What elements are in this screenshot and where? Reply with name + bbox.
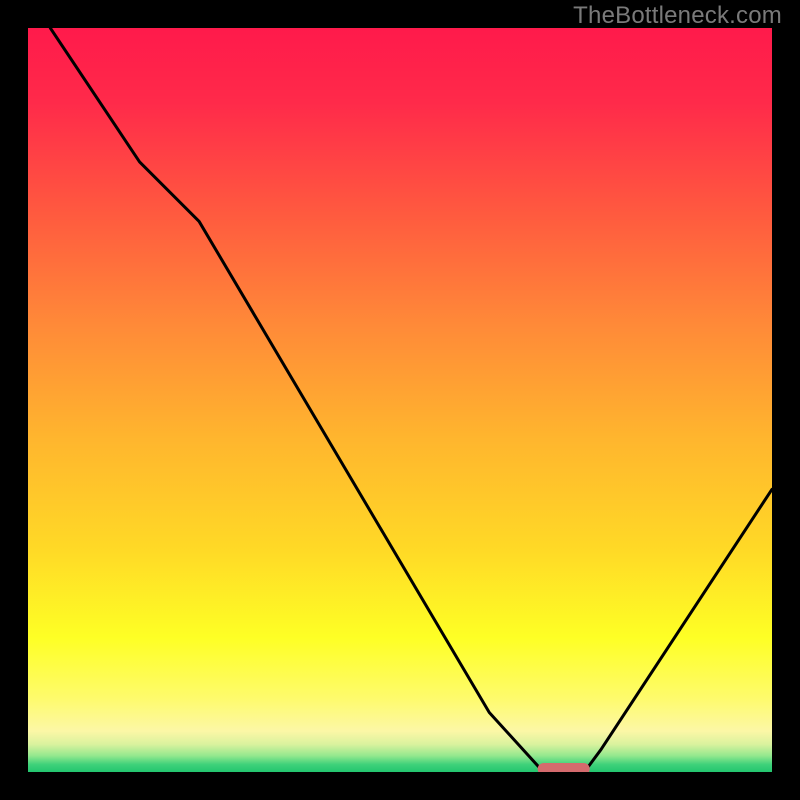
watermark-text: TheBottleneck.com [573,2,782,30]
bottleneck-chart [28,28,772,772]
optimal-marker [538,763,590,772]
chart-frame: TheBottleneck.com [0,0,800,800]
